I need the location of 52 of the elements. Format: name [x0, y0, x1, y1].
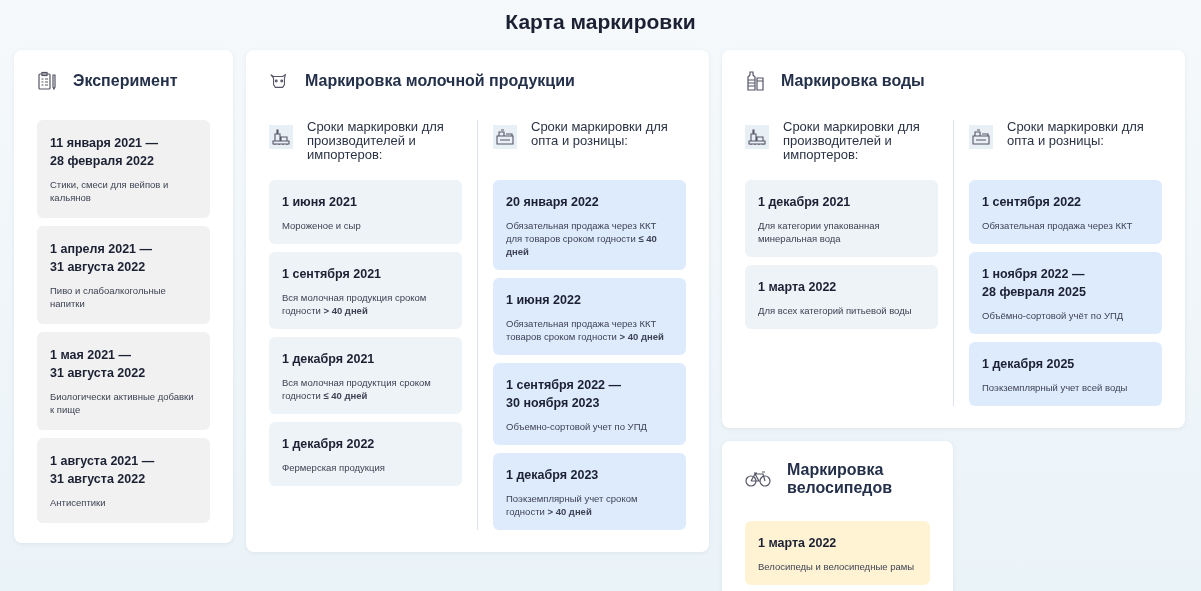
description-text: Велосипеды и велосипедные рамы: [758, 560, 916, 573]
description-text: Вся молочная продуктция сроком годности ≤ 40 дней: [282, 376, 432, 402]
factory-icon: [745, 125, 769, 149]
description-text: Стики, смеси для вейпов и кальянов: [50, 178, 170, 204]
bicycle-icon: [745, 471, 771, 487]
date-label: 1 апреля 2021 — 31 августа 2022: [50, 241, 153, 276]
clipboard-icon: [37, 71, 57, 91]
description-text: Объёмно-сортовой учёт по УПД: [982, 309, 1125, 322]
description-text: Обязательная продажа через ККТ: [982, 219, 1134, 232]
date-label: 1 сентября 2022: [982, 194, 1083, 211]
date-label: 1 декабря 2021: [758, 194, 852, 211]
column-heading: Сроки маркировки для производителей и импортеров:: [307, 120, 445, 162]
description-text: Фермерская продукция: [282, 461, 386, 474]
description-text: Мороженое и сыр: [282, 219, 362, 232]
column-heading: Сроки маркировки для опта и розницы:: [1007, 120, 1145, 148]
description-text: Обязательная продажа через ККТ для товаров сроком годности ≤ 40 дней: [506, 219, 658, 258]
date-label: 1 сентября 2022 — 30 ноября 2023: [506, 377, 623, 412]
card-title: Маркировка молочной продукции: [305, 72, 575, 90]
cash-register-icon: [493, 125, 517, 149]
date-label: 11 января 2021 — 28 февраля 2022: [50, 135, 160, 170]
description-text: Объемно-сортовой учет по УПД: [506, 420, 648, 433]
factory-icon: [269, 125, 293, 149]
date-label: 1 августа 2021 — 31 августа 2022: [50, 453, 156, 488]
date-label: 1 мая 2021 — 31 августа 2022: [50, 347, 147, 382]
column-heading: Сроки маркировки для производителей и импортеров:: [783, 120, 921, 162]
card-title: Маркировка велосипедов: [787, 461, 894, 497]
description-text: Поэкземплярный учет сроком годности > 40 дней: [506, 492, 639, 518]
description-text: Антисептики: [50, 496, 107, 509]
description-text: Биологически активные добавки к пище: [50, 390, 195, 416]
date-label: 1 марта 2022: [758, 535, 838, 552]
date-label: 1 декабря 2025: [982, 356, 1076, 373]
cash-register-icon: [969, 125, 993, 149]
date-label: 1 ноября 2022 — 28 февраля 2025: [982, 266, 1087, 301]
description-text: Для категории упакованная минеральная вода: [758, 219, 881, 245]
description-text: Обязательная продажа через ККТ товаров сроком годности > 40 дней: [506, 317, 665, 343]
description-text: Для всех категорий питьевой воды: [758, 304, 913, 317]
column-heading: Сроки маркировки для опта и розницы:: [531, 120, 669, 148]
description-text: Поэкземплярный учет всей воды: [982, 381, 1129, 394]
date-label: 1 декабря 2022: [282, 436, 376, 453]
bottle-icon: [745, 71, 765, 91]
card-title: Маркировка воды: [781, 72, 925, 90]
date-label: 1 июня 2022: [506, 292, 582, 309]
date-label: 20 января 2022: [506, 194, 600, 211]
card-title: Эксперимент: [73, 72, 178, 90]
date-label: 1 декабря 2021: [282, 351, 376, 368]
date-label: 1 марта 2022: [758, 279, 838, 296]
date-label: 1 июня 2021: [282, 194, 358, 211]
description-text: Пиво и слабоалкогольные напитки: [50, 284, 167, 310]
date-label: 1 сентября 2021: [282, 266, 383, 283]
date-label: 1 декабря 2023: [506, 467, 600, 484]
description-text: Вся молочная продукция сроком годности > 40 дней: [282, 291, 428, 317]
page-title: Карта маркировки: [505, 9, 696, 35]
